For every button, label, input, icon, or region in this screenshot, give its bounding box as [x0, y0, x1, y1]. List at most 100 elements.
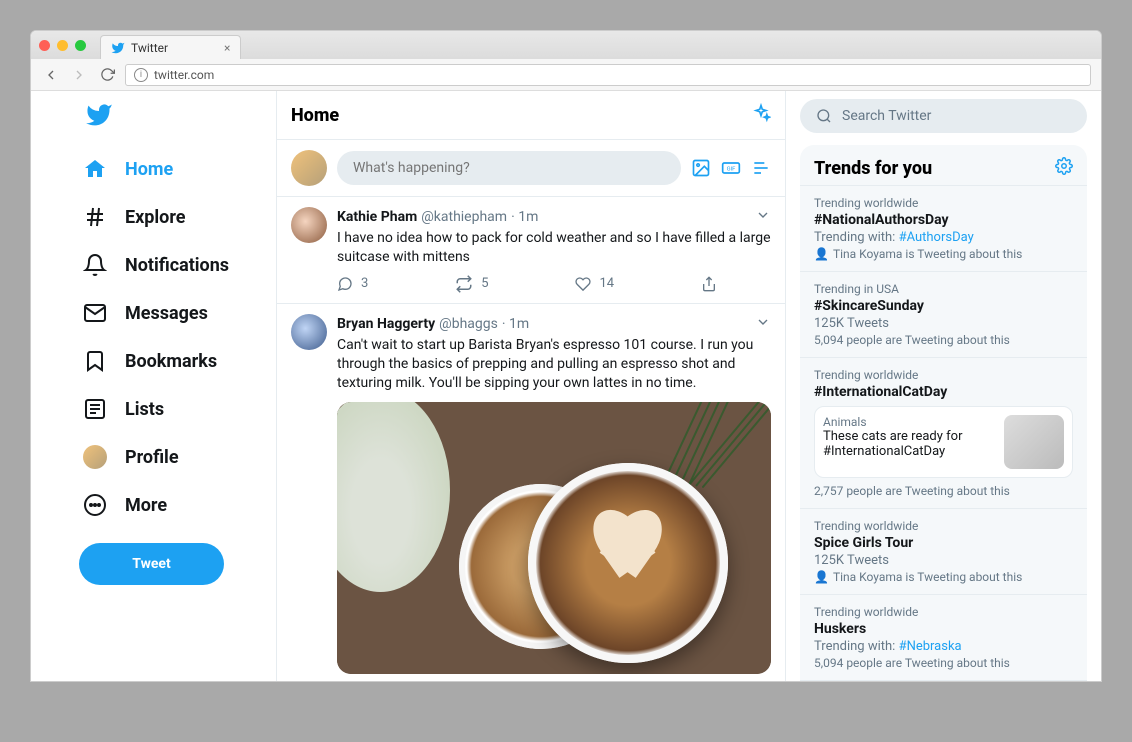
trend-tag: Spice Girls Tour [814, 535, 1073, 551]
image-icon[interactable] [691, 158, 711, 178]
trend-sub: 5,094 people are Tweeting about this [814, 656, 1073, 670]
search-input[interactable]: Search Twitter [800, 99, 1087, 133]
trend-tag: Huskers [814, 621, 1073, 637]
trend-item[interactable]: Trending worldwide Huskers Trending with… [800, 594, 1087, 680]
envelope-icon [83, 301, 107, 325]
right-sidebar: Search Twitter Trends for you Trending w… [786, 91, 1101, 681]
sidebar-item-bookmarks[interactable]: Bookmarks [79, 337, 264, 385]
trend-sub: 👤 Tina Koyama is Tweeting about this [814, 570, 1073, 584]
tweet[interactable]: Kathie Pham @kathiepham · 1m I have no i… [277, 197, 785, 304]
compose-avatar[interactable] [291, 150, 327, 186]
trend-with: Trending with: #AuthorsDay [814, 230, 1073, 245]
window-maximize[interactable] [75, 40, 86, 51]
trend-tag: #NationalAuthorsDay [814, 212, 1073, 228]
gear-icon[interactable] [1055, 157, 1073, 179]
sidebar-item-explore[interactable]: Explore [79, 193, 264, 241]
tab-close-icon[interactable]: × [224, 41, 230, 55]
trend-meta: Trending worldwide [814, 368, 1073, 382]
window-controls [39, 40, 86, 51]
tweet[interactable]: Bryan Haggerty @bhaggs · 1m Can't wait t… [277, 304, 785, 681]
nav-label: Home [125, 159, 173, 180]
trend-tag: #SkincareSunday [814, 298, 1073, 314]
sidebar-item-home[interactable]: Home [79, 145, 264, 193]
main-timeline: Home GIF Kathie Pham @kathiepham [276, 91, 786, 681]
compose-input[interactable] [337, 151, 681, 185]
retweet-button[interactable]: 5 [455, 275, 488, 293]
hashtag-icon [83, 205, 107, 229]
tweet-author-name[interactable]: Kathie Pham [337, 209, 417, 225]
browser-nav-bar: i twitter.com [31, 59, 1101, 91]
tweet-time: · 1m [502, 316, 529, 332]
more-icon [83, 493, 107, 517]
reply-button[interactable]: 3 [337, 275, 368, 293]
browser-reload-button[interactable] [97, 65, 117, 85]
sidebar-item-messages[interactable]: Messages [79, 289, 264, 337]
window-minimize[interactable] [57, 40, 68, 51]
browser-tab-title: Twitter [131, 41, 168, 55]
browser-url-bar[interactable]: i twitter.com [125, 64, 1091, 86]
nav-label: Messages [125, 303, 208, 324]
trend-count: 125K Tweets [814, 316, 1073, 331]
timeline-header: Home [277, 91, 785, 140]
browser-tab-bar: Twitter × [31, 31, 1101, 59]
chevron-down-icon[interactable] [755, 207, 771, 227]
tweet-image[interactable] [337, 402, 771, 673]
trend-item[interactable]: Trending worldwide Spice Girls Tour 125K… [800, 508, 1087, 594]
trend-meta: Trending worldwide [814, 196, 1073, 210]
tweet-author-handle[interactable]: @kathiepham [421, 209, 507, 225]
browser-tab[interactable]: Twitter × [100, 35, 241, 59]
browser-back-button[interactable] [41, 65, 61, 85]
tweet-author-name[interactable]: Bryan Haggerty [337, 316, 435, 332]
home-icon [83, 157, 107, 181]
tweet-author-handle[interactable]: @bhaggs [439, 316, 498, 332]
chevron-down-icon[interactable] [755, 314, 771, 334]
show-more-link[interactable]: Show more [800, 680, 1087, 681]
trend-card-image [1004, 415, 1064, 469]
trend-sub: 👤 Tina Koyama is Tweeting about this [814, 247, 1073, 261]
gif-icon[interactable]: GIF [721, 158, 741, 178]
compose-actions: GIF [691, 158, 771, 178]
trend-item[interactable]: Trending worldwide #InternationalCatDay … [800, 357, 1087, 508]
trends-title: Trends for you [814, 158, 932, 179]
trend-card[interactable]: Animals These cats are ready for #Intern… [814, 406, 1073, 478]
search-placeholder: Search Twitter [842, 108, 931, 124]
list-icon [83, 397, 107, 421]
nav-label: Explore [125, 207, 185, 228]
tweet-text: I have no idea how to pack for cold weat… [337, 229, 771, 267]
tweet-avatar[interactable] [291, 314, 327, 350]
trend-item[interactable]: Trending worldwide #NationalAuthorsDay T… [800, 185, 1087, 271]
sidebar-nav: Home Explore Notifications Messages Book… [31, 91, 276, 681]
sidebar-item-lists[interactable]: Lists [79, 385, 264, 433]
svg-text:GIF: GIF [727, 167, 737, 173]
like-button[interactable]: 14 [575, 275, 614, 293]
nav-label: Lists [125, 399, 164, 420]
trend-sub: 5,094 people are Tweeting about this [814, 333, 1073, 347]
nav-label: Notifications [125, 255, 229, 276]
nav-label: More [125, 495, 167, 516]
tweet-avatar[interactable] [291, 207, 327, 243]
sparkle-icon[interactable] [751, 103, 771, 127]
twitter-favicon-icon [111, 41, 125, 55]
sidebar-item-notifications[interactable]: Notifications [79, 241, 264, 289]
trend-with: Trending with: #Nebraska [814, 639, 1073, 654]
bell-icon [83, 253, 107, 277]
page-title: Home [291, 105, 339, 126]
trend-meta: Trending worldwide [814, 519, 1073, 533]
trend-item[interactable]: Trending in USA #SkincareSunday 125K Twe… [800, 271, 1087, 357]
search-icon [816, 108, 832, 124]
share-button[interactable] [701, 275, 717, 293]
nav-label: Bookmarks [125, 351, 217, 372]
twitter-app: Home Explore Notifications Messages Book… [31, 91, 1101, 681]
avatar-icon [83, 445, 107, 469]
tweet-text: Can't wait to start up Barista Bryan's e… [337, 336, 771, 393]
sidebar-item-profile[interactable]: Profile [79, 433, 264, 481]
poll-icon[interactable] [751, 158, 771, 178]
tweet-button[interactable]: Tweet [79, 543, 224, 585]
bookmark-icon [83, 349, 107, 373]
trend-meta: Trending in USA [814, 282, 1073, 296]
browser-forward-button[interactable] [69, 65, 89, 85]
sidebar-item-more[interactable]: More [79, 481, 264, 529]
twitter-logo-icon[interactable] [79, 101, 264, 133]
site-info-icon[interactable]: i [134, 68, 148, 82]
window-close[interactable] [39, 40, 50, 51]
